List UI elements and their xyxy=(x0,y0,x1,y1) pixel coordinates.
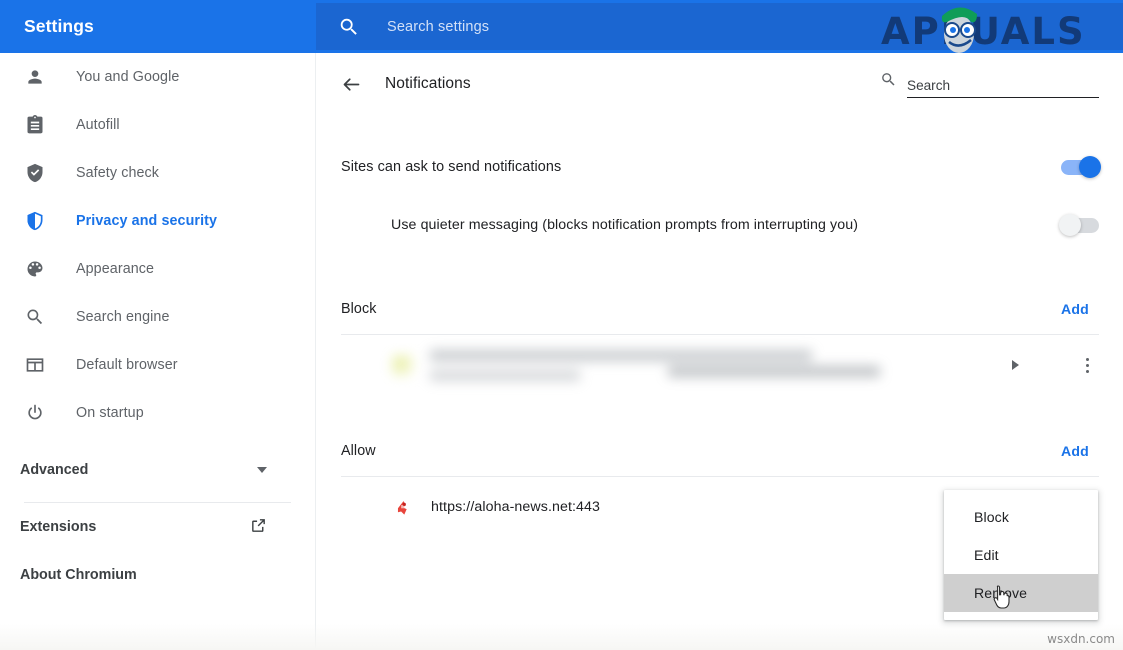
settings-body: Sites can ask to send notifications Use … xyxy=(317,139,1123,537)
sidebar-item-label: Safety check xyxy=(76,165,160,181)
block-section-header: Block Add xyxy=(341,283,1099,335)
caret-right-icon[interactable] xyxy=(1012,360,1019,370)
page-header: Notifications Search xyxy=(317,53,1123,115)
sidebar-item-about-chromium[interactable]: About Chromium xyxy=(0,551,315,599)
wsxdn-watermark: wsxdn.com xyxy=(1047,632,1115,646)
chevron-down-icon xyxy=(257,467,267,473)
allow-section-title: Allow xyxy=(341,442,376,459)
sidebar-item-privacy-and-security[interactable]: Privacy and security xyxy=(0,197,315,245)
sidebar-item-search-engine[interactable]: Search engine xyxy=(0,293,315,341)
kebab-menu-icon[interactable] xyxy=(1075,353,1099,377)
sidebar-item-appearance[interactable]: Appearance xyxy=(0,245,315,293)
block-add-button[interactable]: Add xyxy=(1051,295,1099,323)
sidebar-item-label: You and Google xyxy=(76,69,180,85)
page-title: Notifications xyxy=(385,75,471,92)
context-menu-item-remove[interactable]: Remove xyxy=(944,574,1098,612)
site-favicon xyxy=(393,497,413,517)
sidebar-item-label: Privacy and security xyxy=(76,213,218,229)
toggle-knob xyxy=(1079,156,1101,178)
settings-window: Settings Search settings APPUALS You and… xyxy=(0,0,1123,650)
quieter-messaging-toggle[interactable] xyxy=(1059,214,1099,236)
sidebar: You and Google Autofill Safety check Pri… xyxy=(0,53,316,650)
sidebar-item-label: On startup xyxy=(76,405,144,421)
power-icon xyxy=(24,402,46,424)
blurred-site-text-secondary xyxy=(668,365,880,377)
context-menu-item-block[interactable]: Block xyxy=(944,498,1098,536)
sidebar-item-advanced[interactable]: Advanced xyxy=(0,446,315,494)
search-icon xyxy=(880,71,897,98)
shield-check-icon xyxy=(24,162,46,184)
person-icon xyxy=(24,66,46,88)
sidebar-item-default-browser[interactable]: Default browser xyxy=(0,341,315,389)
global-search-bar[interactable]: Search settings xyxy=(316,3,1123,50)
browser-window-icon xyxy=(24,354,46,376)
sidebar-extensions-label: Extensions xyxy=(20,519,97,535)
site-favicon xyxy=(393,355,412,375)
quieter-messaging-label: Use quieter messaging (blocks notificati… xyxy=(391,217,859,233)
palette-icon xyxy=(24,258,46,280)
sites-can-ask-row: Sites can ask to send notifications xyxy=(341,139,1101,195)
sidebar-item-on-startup[interactable]: On startup xyxy=(0,389,315,437)
sidebar-advanced-label: Advanced xyxy=(20,462,89,478)
search-icon xyxy=(24,306,46,328)
search-icon xyxy=(338,16,360,38)
sidebar-about-label: About Chromium xyxy=(20,567,137,583)
sidebar-item-extensions[interactable]: Extensions xyxy=(0,503,315,551)
open-in-new-icon xyxy=(250,517,267,538)
toggle-knob xyxy=(1059,214,1081,236)
clipboard-icon xyxy=(24,114,46,136)
blurred-site-entry xyxy=(393,349,880,381)
sidebar-item-label: Default browser xyxy=(76,357,178,373)
quieter-messaging-row: Use quieter messaging (blocks notificati… xyxy=(341,201,1099,249)
arrow-left-icon[interactable] xyxy=(335,68,367,100)
block-row-actions xyxy=(1012,353,1099,377)
sidebar-item-safety-check[interactable]: Safety check xyxy=(0,149,315,197)
sidebar-item-label: Search engine xyxy=(76,309,170,325)
allow-section-header: Allow Add xyxy=(341,425,1099,477)
allow-add-button[interactable]: Add xyxy=(1051,437,1099,465)
sidebar-item-label: Appearance xyxy=(76,261,155,277)
sidebar-item-autofill[interactable]: Autofill xyxy=(0,101,315,149)
sidebar-item-label: Autofill xyxy=(76,117,120,133)
block-list-item[interactable] xyxy=(341,335,1099,395)
sites-can-ask-toggle[interactable] xyxy=(1061,156,1101,178)
block-section-title: Block xyxy=(341,300,377,317)
allow-site-url: https://aloha-news.net:443 xyxy=(431,499,601,515)
sidebar-item-you-and-google[interactable]: You and Google xyxy=(0,53,315,101)
sites-can-ask-label: Sites can ask to send notifications xyxy=(341,159,562,175)
page-search-input[interactable]: Search xyxy=(907,78,1099,98)
global-search-placeholder: Search settings xyxy=(387,18,490,35)
top-bar: Settings Search settings APPUALS xyxy=(0,0,1123,53)
site-context-menu: Block Edit Remove xyxy=(944,490,1098,620)
app-title: Settings xyxy=(24,16,94,36)
context-menu-item-edit[interactable]: Edit xyxy=(944,536,1098,574)
page-search[interactable]: Search xyxy=(880,71,1099,98)
shield-icon xyxy=(24,210,46,232)
